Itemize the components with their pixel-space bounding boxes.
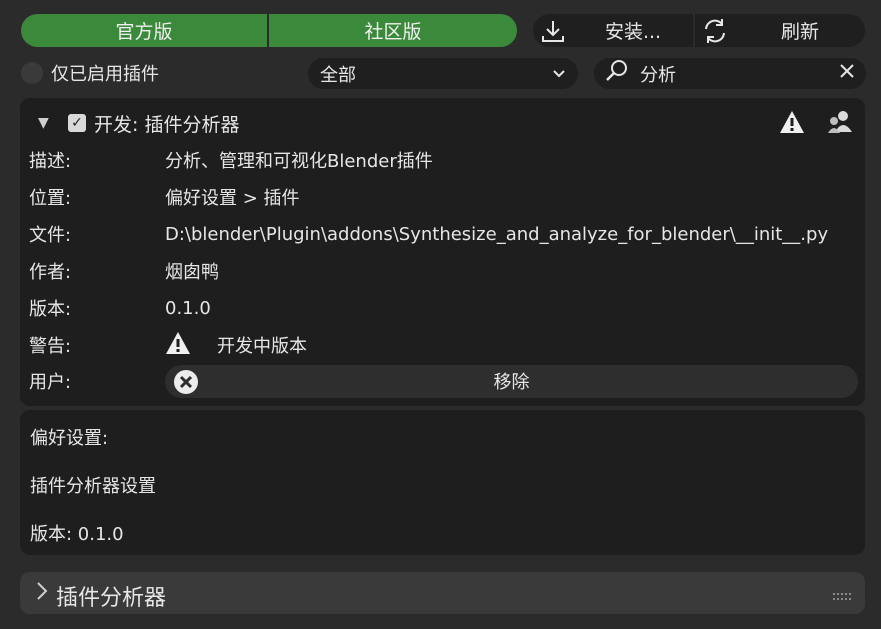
preferences-panel: 偏好设置: 插件分析器设置 版本: 0.1.0 bbox=[20, 410, 865, 555]
category-dropdown[interactable]: 全部 bbox=[308, 58, 578, 89]
refresh-icon bbox=[695, 17, 735, 45]
enabled-only-label: 仅已启用插件 bbox=[51, 64, 159, 85]
download-icon bbox=[533, 18, 573, 44]
warning-text: 开发中版本 bbox=[217, 336, 307, 357]
search-input[interactable]: 分析 bbox=[594, 58, 866, 89]
info-row-description: 描述: 分析、管理和可视化Blender插件 bbox=[20, 145, 865, 175]
row-key: 警告: bbox=[29, 336, 72, 357]
search-icon bbox=[604, 58, 630, 89]
info-row-location: 位置: 偏好设置 > 插件 bbox=[20, 182, 865, 212]
remove-icon bbox=[173, 369, 199, 400]
row-key: 描述: bbox=[29, 151, 72, 172]
addon-header[interactable]: ▼ ✓ 开发: 插件分析器 bbox=[20, 108, 865, 138]
row-value: 偏好设置 > 插件 bbox=[165, 188, 300, 209]
warning-icon bbox=[165, 331, 191, 360]
warning-icon bbox=[779, 110, 805, 138]
remove-label: 移除 bbox=[493, 372, 530, 393]
chevron-down-icon bbox=[552, 63, 566, 84]
addon-panel: ▼ ✓ 开发: 插件分析器 描述: 分析、管理和可视化Blender插件 位置:… bbox=[20, 98, 865, 406]
info-row-file: 文件: D:\blender\Plugin\addons\Synthesize_… bbox=[20, 219, 865, 249]
row-key: 位置: bbox=[29, 188, 72, 209]
install-label: 安装... bbox=[604, 21, 662, 43]
row-value: 0.1.0 bbox=[165, 297, 211, 319]
enabled-only-checkbox[interactable]: 仅已启用插件 bbox=[21, 60, 159, 86]
preferences-heading: 偏好设置: bbox=[30, 428, 109, 449]
warning-value: 开发中版本 bbox=[165, 331, 307, 360]
row-key: 文件: bbox=[29, 225, 72, 246]
toggle-circle[interactable] bbox=[21, 62, 43, 84]
clear-search-icon[interactable] bbox=[838, 62, 856, 85]
row-key: 作者: bbox=[29, 262, 72, 283]
addon-title: 开发: 插件分析器 bbox=[94, 113, 240, 136]
settings-label: 插件分析器设置 bbox=[30, 476, 156, 497]
official-tab[interactable]: 官方版 bbox=[21, 14, 267, 47]
row-value: 烟囱鸭 bbox=[165, 262, 219, 283]
addon-enable-checkbox[interactable]: ✓ bbox=[68, 114, 86, 132]
row-value: 分析、管理和可视化Blender插件 bbox=[165, 151, 433, 172]
info-row-author: 作者: 烟囱鸭 bbox=[20, 256, 865, 286]
info-row-version: 版本: 0.1.0 bbox=[20, 293, 865, 323]
expand-triangle-icon[interactable]: ▼ bbox=[38, 115, 52, 131]
drag-handle-icon[interactable] bbox=[833, 588, 853, 607]
info-row-warning: 警告: 开发中版本 bbox=[20, 330, 865, 360]
row-key: 版本: bbox=[29, 299, 72, 320]
row-value: D:\blender\Plugin\addons\Synthesize_and_… bbox=[165, 223, 829, 245]
chevron-right-icon[interactable] bbox=[36, 581, 48, 606]
search-value: 分析 bbox=[640, 64, 676, 86]
collapsed-subpanel[interactable]: 插件分析器 bbox=[20, 572, 865, 614]
community-tab[interactable]: 社区版 bbox=[269, 14, 517, 47]
subpanel-title: 插件分析器 bbox=[56, 586, 167, 611]
community-users-icon bbox=[827, 110, 853, 138]
row-key: 用户: bbox=[29, 372, 72, 393]
info-row-user: 用户: 移除 bbox=[20, 364, 865, 400]
refresh-label: 刷新 bbox=[780, 21, 819, 43]
remove-button[interactable]: 移除 bbox=[165, 364, 858, 400]
category-value: 全部 bbox=[320, 64, 356, 86]
install-button[interactable]: 安装... bbox=[533, 14, 693, 47]
version-label: 版本: 0.1.0 bbox=[30, 524, 124, 545]
refresh-button[interactable]: 刷新 bbox=[695, 14, 865, 47]
